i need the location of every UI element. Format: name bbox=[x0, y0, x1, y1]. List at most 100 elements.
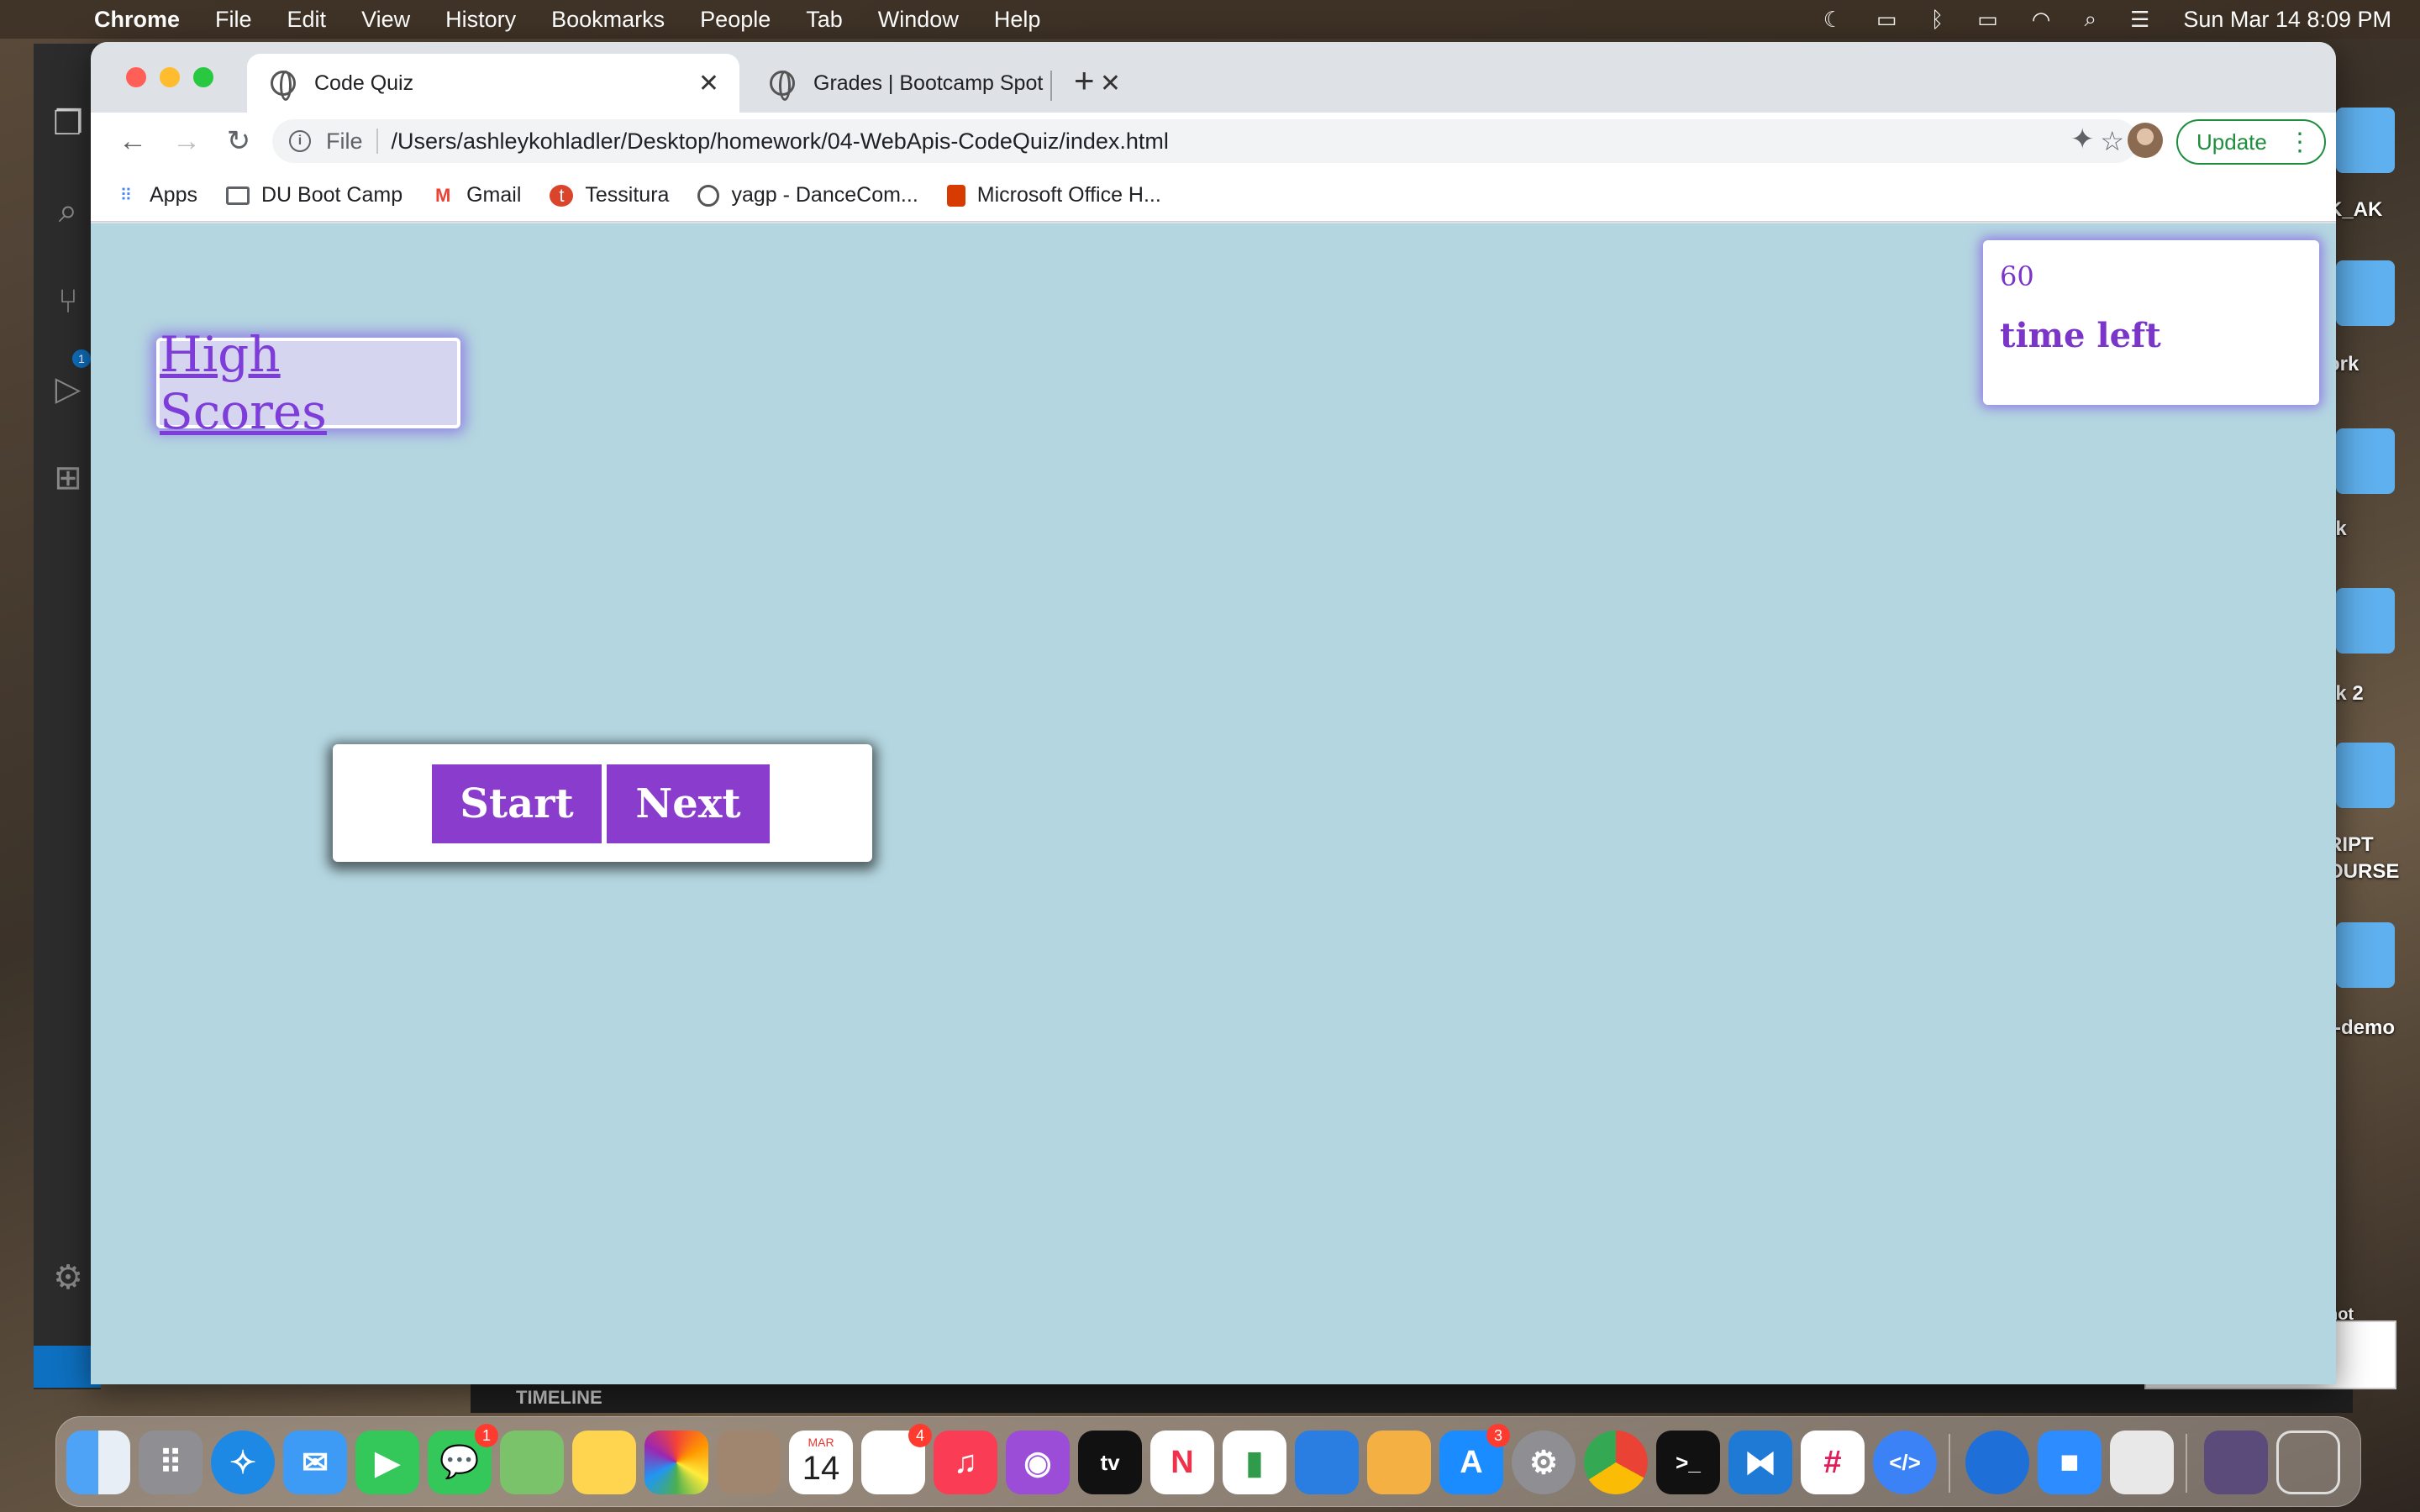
desktop-folder[interactable] bbox=[2336, 260, 2395, 326]
terminal-icon[interactable]: >_ bbox=[1656, 1431, 1720, 1494]
timer-box: 60 time left bbox=[1983, 240, 2319, 405]
extensions-puzzle-icon[interactable]: ✦ bbox=[2070, 123, 2095, 156]
reminders-icon[interactable]: 4 bbox=[861, 1424, 932, 1494]
contacts-icon[interactable] bbox=[717, 1431, 781, 1494]
mail-icon[interactable]: ✉ bbox=[283, 1431, 347, 1494]
photos-icon[interactable] bbox=[644, 1431, 708, 1494]
vscode-icon[interactable]: ⧓ bbox=[1728, 1431, 1792, 1494]
music-icon[interactable]: ♫ bbox=[934, 1431, 997, 1494]
tab-code-quiz[interactable]: Code Quiz ✕ bbox=[247, 54, 739, 113]
maps-icon[interactable] bbox=[500, 1431, 564, 1494]
menu-app-name[interactable]: Chrome bbox=[94, 7, 180, 33]
close-tab-icon[interactable]: ✕ bbox=[698, 69, 719, 98]
code-editor-icon[interactable]: </> bbox=[1873, 1431, 1937, 1494]
desktop-folder[interactable] bbox=[2336, 428, 2395, 494]
menu-bookmarks[interactable]: Bookmarks bbox=[551, 7, 665, 33]
timeline-section[interactable]: TIMELINE bbox=[471, 1383, 2353, 1413]
search-icon[interactable]: ⌕ bbox=[49, 192, 87, 230]
menu-tab[interactable]: Tab bbox=[806, 7, 843, 33]
menu-people[interactable]: People bbox=[700, 7, 771, 33]
settings-gear-icon[interactable]: ⚙ bbox=[49, 1258, 87, 1297]
bluetooth-icon[interactable]: ᛒ bbox=[1931, 7, 1944, 33]
screen-mirroring-icon[interactable]: ▭ bbox=[1876, 7, 1897, 33]
menu-window[interactable]: Window bbox=[878, 7, 959, 33]
next-button[interactable]: Next bbox=[607, 764, 770, 843]
update-button[interactable]: Update ⋮ bbox=[2176, 119, 2326, 165]
apple-tv-icon[interactable]: tv bbox=[1078, 1431, 1142, 1494]
numbers-icon[interactable]: ▮ bbox=[1223, 1431, 1286, 1494]
facetime-icon[interactable]: ▶ bbox=[355, 1431, 419, 1494]
bookmark-microsoft-office[interactable]: Microsoft Office H... bbox=[946, 183, 1161, 207]
extensions-icon[interactable]: ⊞ bbox=[49, 459, 87, 497]
calendar-icon[interactable]: MAR 14 bbox=[789, 1431, 853, 1494]
pages-icon[interactable] bbox=[1367, 1431, 1431, 1494]
podcasts-icon[interactable]: ◉ bbox=[1006, 1431, 1070, 1494]
close-window-button[interactable] bbox=[126, 67, 146, 87]
menu-edit[interactable]: Edit bbox=[287, 7, 327, 33]
back-arrow-icon[interactable]: ← bbox=[113, 121, 153, 161]
bookmark-label: DU Boot Camp bbox=[260, 183, 403, 207]
source-control-icon[interactable]: ⑂ bbox=[49, 282, 87, 321]
address-bar[interactable]: i File /Users/ashleykohladler/Desktop/ho… bbox=[272, 119, 2138, 163]
reminders-badge: 4 bbox=[908, 1424, 932, 1447]
finder-icon[interactable] bbox=[66, 1431, 130, 1494]
start-button[interactable]: Start bbox=[432, 764, 602, 843]
bookmark-tessitura[interactable]: t Tessitura bbox=[550, 183, 669, 207]
bookmark-du-boot-camp[interactable]: DU Boot Camp bbox=[225, 183, 403, 207]
more-menu-icon[interactable]: ⋮ bbox=[2287, 128, 2312, 157]
high-scores-link[interactable]: High Scores bbox=[160, 326, 457, 440]
control-center-icon[interactable]: ☰ bbox=[2130, 7, 2149, 33]
minimize-window-button[interactable] bbox=[160, 67, 180, 87]
menu-help[interactable]: Help bbox=[994, 7, 1041, 33]
news-icon[interactable]: N bbox=[1150, 1431, 1214, 1494]
messages-badge: 1 bbox=[475, 1424, 498, 1447]
profile-avatar[interactable] bbox=[2128, 123, 2163, 158]
slack-icon[interactable]: # bbox=[1801, 1431, 1865, 1494]
dock-separator bbox=[2186, 1434, 2187, 1493]
textedit-icon[interactable] bbox=[2110, 1431, 2174, 1494]
launchpad-icon[interactable]: ⠿ bbox=[139, 1431, 203, 1494]
battery-icon[interactable]: ▭ bbox=[1977, 7, 1998, 33]
macos-menu-bar: Chrome File Edit View History Bookmarks … bbox=[0, 0, 2420, 39]
macos-dock: ⠿ ✧ ✉ ▶ 💬 1 MAR 14 4 ♫ ◉ tv N ▮ A3 ⚙ >_ ⧓… bbox=[55, 1416, 2361, 1507]
menu-view[interactable]: View bbox=[361, 7, 410, 33]
menu-file[interactable]: File bbox=[215, 7, 252, 33]
globe-icon bbox=[770, 71, 795, 101]
close-tab-icon[interactable]: ✕ bbox=[1100, 69, 1121, 98]
timer-count: 60 bbox=[2000, 260, 2034, 292]
new-tab-plus-icon[interactable]: + bbox=[1074, 60, 1095, 101]
wifi-icon[interactable]: ◠ bbox=[2032, 7, 2051, 33]
run-debug-icon[interactable]: ▷ bbox=[49, 370, 87, 408]
messages-icon[interactable]: 💬 1 bbox=[428, 1424, 498, 1494]
forward-arrow-icon[interactable]: → bbox=[166, 121, 207, 161]
menu-history[interactable]: History bbox=[445, 7, 516, 33]
desktop-folder-label: OURSE bbox=[2328, 860, 2400, 883]
webex-icon[interactable] bbox=[1965, 1431, 2029, 1494]
bookmark-yagp[interactable]: yagp - DanceCom... bbox=[697, 183, 918, 207]
safari-icon[interactable]: ✧ bbox=[211, 1431, 275, 1494]
app-store-icon[interactable]: A3 bbox=[1439, 1424, 1510, 1494]
trash-icon[interactable] bbox=[2276, 1431, 2340, 1494]
desktop-folder[interactable] bbox=[2336, 588, 2395, 654]
chrome-icon[interactable] bbox=[1584, 1431, 1648, 1494]
spotlight-search-icon[interactable]: ⌕ bbox=[2084, 6, 2096, 33]
bookmark-star-icon[interactable]: ☆ bbox=[2100, 125, 2124, 157]
desktop-folder[interactable] bbox=[2336, 743, 2395, 808]
zoom-icon[interactable]: ■ bbox=[2038, 1431, 2102, 1494]
desktop-folder[interactable] bbox=[2336, 108, 2395, 173]
notes-icon[interactable] bbox=[572, 1431, 636, 1494]
explorer-icon[interactable]: ❐ bbox=[49, 104, 87, 143]
desktop-folder[interactable] bbox=[2336, 922, 2395, 988]
keynote-icon[interactable] bbox=[1295, 1431, 1359, 1494]
bookmark-apps[interactable]: ⠿ Apps bbox=[114, 183, 197, 207]
apps-grid-icon: ⠿ bbox=[119, 186, 133, 205]
system-preferences-icon[interactable]: ⚙ bbox=[1512, 1431, 1576, 1494]
reload-icon[interactable]: ↻ bbox=[218, 121, 259, 161]
menu-clock[interactable]: Sun Mar 14 8:09 PM bbox=[2183, 7, 2391, 33]
site-info-icon[interactable]: i bbox=[289, 130, 311, 152]
night-shift-icon[interactable]: ☾ bbox=[1823, 7, 1843, 33]
recent-window-icon[interactable] bbox=[2204, 1431, 2268, 1494]
url-text[interactable]: /Users/ashleykohladler/Desktop/homework/… bbox=[392, 129, 1169, 155]
bookmark-gmail[interactable]: M Gmail bbox=[431, 183, 521, 207]
fullscreen-window-button[interactable] bbox=[193, 67, 213, 87]
